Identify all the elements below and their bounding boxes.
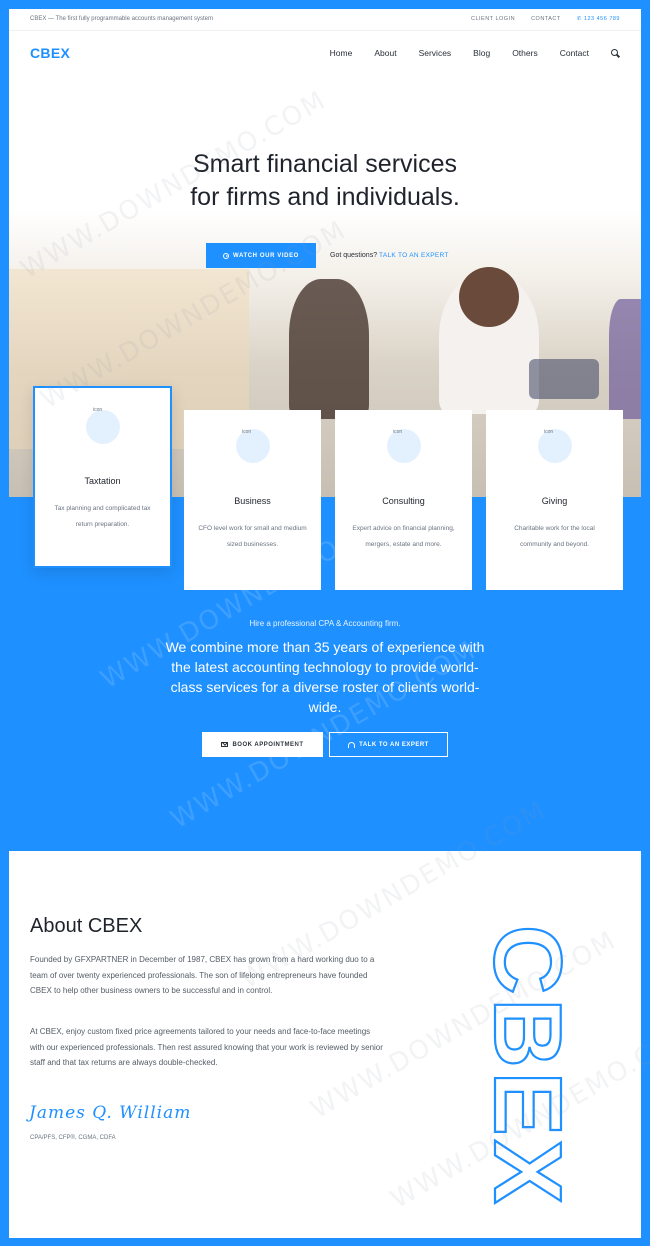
contact-link[interactable]: CONTACT (531, 16, 561, 22)
talk-expert-link[interactable]: TALK TO AN EXPERT (379, 252, 449, 259)
play-icon (223, 252, 230, 259)
client-login-link[interactable]: CLIENT LOGIN (471, 16, 515, 22)
top-links: CLIENT LOGIN CONTACT ✆ 123 456 789 (471, 16, 620, 22)
main-nav: CBEX Home About Services Blog Others Con… (9, 31, 641, 73)
service-desc: Charitable work for the local community … (514, 525, 595, 548)
service-icon (85, 410, 120, 444)
headset-icon (348, 741, 356, 748)
service-title: Business (234, 496, 271, 506)
nav-item-contact[interactable]: Contact (560, 48, 589, 58)
nav-item-home[interactable]: Home (330, 48, 353, 58)
service-card-consulting[interactable]: icon Consulting Expert advice on financi… (335, 410, 472, 590)
credentials: CPA/PFS, CFP®, CGMA, CDFA (30, 1135, 116, 1141)
nav-menu: Home About Services Blog Others Contact (330, 48, 620, 58)
hero-title-line2: for firms and individuals. (190, 183, 460, 211)
cta-subtitle: Hire a professional CPA & Accounting fir… (249, 619, 401, 628)
service-icon (235, 429, 270, 463)
phone-link[interactable]: ✆ 123 456 789 (577, 16, 620, 22)
cbex-outline-text: CBEX (477, 924, 567, 1209)
talk-expert-button[interactable]: TALK TO AN EXPERT (329, 732, 448, 757)
hero-title: Smart financial services for firms and i… (0, 148, 650, 214)
service-icon (386, 429, 421, 463)
about-paragraph-1: Founded by GFXPARTNER in December of 198… (30, 955, 375, 996)
service-icon-alt: icon (393, 429, 403, 435)
top-bar: CBEX — The first fully programmable acco… (9, 9, 641, 31)
book-appointment-button[interactable]: BOOK APPOINTMENT (202, 732, 323, 757)
signature: James Q. William (29, 1103, 192, 1123)
phone-number: 123 456 789 (583, 16, 620, 22)
svg-text:CBEX: CBEX (477, 925, 567, 1208)
site-tagline: CBEX — The first fully programmable acco… (30, 16, 213, 22)
watch-video-label: WATCH OUR VIDEO (233, 252, 299, 259)
about-paragraph-2: At CBEX, enjoy custom fixed price agreem… (30, 1027, 383, 1068)
nav-item-services[interactable]: Services (419, 48, 452, 58)
search-icon[interactable] (611, 48, 620, 58)
logo[interactable]: CBEX (30, 45, 70, 61)
talk-expert-label: TALK TO AN EXPERT (359, 741, 429, 748)
book-appointment-label: BOOK APPOINTMENT (232, 741, 304, 748)
service-icon-alt: icon (93, 407, 103, 413)
service-card-giving[interactable]: icon Giving Charitable work for the loca… (486, 410, 623, 590)
hero-question: Got questions? TALK TO AN EXPERT (330, 252, 449, 259)
hero-title-line1: Smart financial services (193, 150, 457, 178)
nav-item-about[interactable]: About (374, 48, 396, 58)
cta-text: We combine more than 35 years of experie… (165, 639, 485, 715)
service-card-taxation[interactable]: icon Taxtation Tax planning and complica… (33, 386, 172, 568)
nav-item-others[interactable]: Others (512, 48, 538, 58)
service-desc: CFO level work for small and medium size… (198, 525, 307, 548)
service-card-business[interactable]: icon Business CFO level work for small a… (184, 410, 321, 590)
service-title: Giving (541, 496, 568, 506)
watch-video-button[interactable]: WATCH OUR VIDEO (206, 243, 316, 268)
nav-item-blog[interactable]: Blog (473, 48, 490, 58)
service-icon-alt: icon (242, 429, 252, 435)
mail-icon (221, 742, 229, 747)
service-desc: Tax planning and complicated tax return … (54, 505, 151, 528)
about-section: About CBEX Founded by GFXPARTNER in Dece… (9, 851, 641, 1238)
about-title: About CBEX (30, 915, 143, 937)
question-text: Got questions? (330, 252, 378, 259)
service-desc: Expert advice on financial planning, mer… (352, 525, 455, 548)
service-title: Consulting (382, 496, 425, 506)
service-icon-alt: icon (544, 429, 554, 435)
service-icon (537, 429, 572, 463)
service-title: Taxtation (84, 476, 121, 486)
phone-icon: ✆ (576, 16, 582, 22)
